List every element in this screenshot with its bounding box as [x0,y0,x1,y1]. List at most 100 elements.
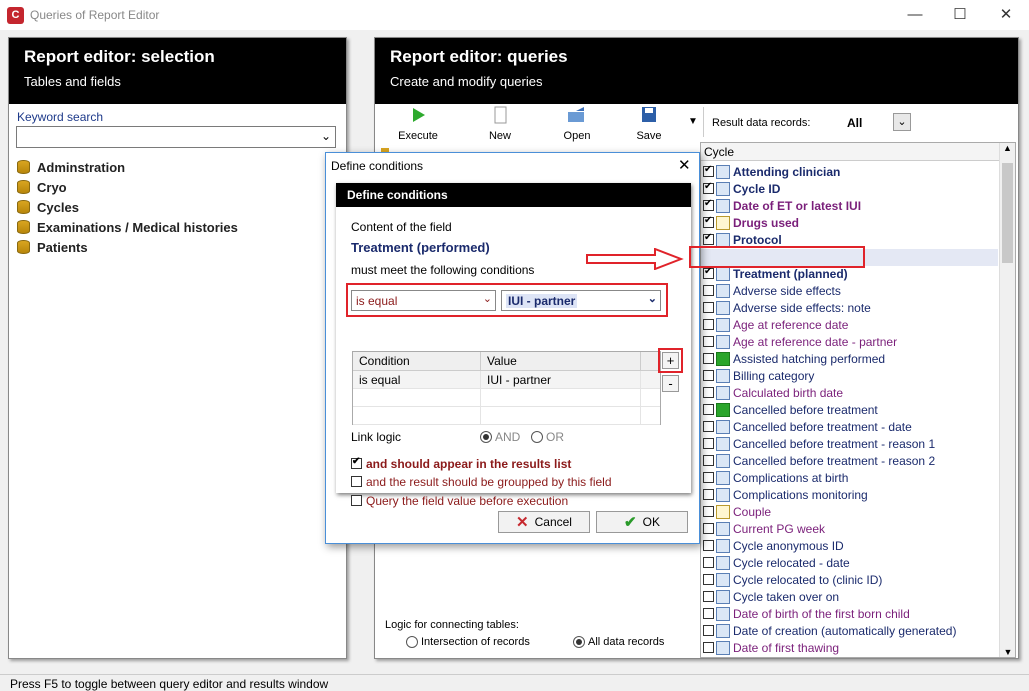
table-row[interactable] [353,389,660,407]
field-item-label: Drugs used [733,215,800,230]
result-records-value[interactable]: All [847,116,862,130]
field-item[interactable]: Cancelled before treatment - reason 1 [703,435,935,452]
checkbox-icon[interactable] [703,557,714,568]
field-item-label: Date of first thawing [733,640,840,655]
field-item[interactable]: Calculated birth date [703,384,843,401]
checkbox-icon[interactable] [703,540,714,551]
table-item-examinations[interactable]: Examinations / Medical histories [17,217,238,237]
checkbox-icon[interactable] [703,455,714,466]
maximize-icon[interactable]: ☐ [949,4,971,26]
field-item[interactable]: Date of ET or latest IUI [703,197,861,214]
field-item[interactable]: Drugs used [703,214,799,231]
field-item-label: Cycle taken over on [733,589,840,604]
ok-button[interactable]: ✔ OK [596,511,688,533]
open-button[interactable]: Open [549,106,605,142]
field-item[interactable]: Current PG week [703,520,825,537]
checkbox-icon[interactable] [703,198,714,211]
checkbox-icon[interactable] [703,404,714,415]
field-item[interactable]: Complications at birth [703,469,848,486]
field-item[interactable]: Attending clinician [703,163,840,180]
field-item[interactable]: Complications monitoring [703,486,868,503]
field-item[interactable]: Cycle relocated - date [703,554,850,571]
selection-panel-title: Report editor: selection [24,47,215,66]
intersection-radio[interactable]: Intersection of records [406,636,530,648]
checkbox-icon[interactable] [703,506,714,517]
minimize-icon[interactable]: — [904,4,926,26]
field-item[interactable]: Assisted hatching performed [703,350,885,367]
all-records-radio[interactable]: All data records [573,636,664,648]
checkbox-icon[interactable] [703,421,714,432]
save-button[interactable]: Save [621,106,677,142]
checkbox-icon[interactable] [703,472,714,483]
checkbox-icon[interactable] [703,164,714,177]
checkbox-icon[interactable] [703,370,714,381]
new-button[interactable]: New [472,106,528,142]
checkbox-icon[interactable] [703,353,714,364]
field-icon [716,232,730,247]
radio-icon [573,636,585,648]
show-in-results-checkbox[interactable]: and should appear in the results list [351,455,571,472]
result-records-dropdown-icon[interactable]: ⌄ [893,113,911,131]
table-item-adminstration[interactable]: Adminstration [17,157,125,177]
play-icon [413,108,425,122]
field-item[interactable]: Billing category [703,367,814,384]
execute-button[interactable]: Execute [390,106,446,142]
field-item[interactable]: Cycle relocated to (clinic ID) [703,571,882,588]
highlight-box [346,283,668,317]
number-icon [716,181,730,196]
toolbar-divider [703,107,704,137]
checkbox-icon[interactable] [703,181,714,194]
table-row[interactable]: is equal IUI - partner [353,371,660,389]
keyword-search-input[interactable]: ⌄ [16,126,336,148]
checkbox-icon[interactable] [703,336,714,347]
field-item[interactable]: Cycle ID [703,180,780,197]
database-icon [17,180,30,194]
checkbox-icon[interactable] [703,387,714,398]
checkbox-icon[interactable] [703,625,714,636]
field-item[interactable]: Age at reference date - partner [703,333,897,350]
field-item[interactable]: Adverse side effects: note [703,299,871,316]
field-item[interactable]: Cycle taken over on [703,588,839,605]
field-item[interactable]: Cancelled before treatment - date [703,418,912,435]
query-before-execution-checkbox[interactable]: Query the field value before execution [351,492,568,509]
table-item-cycles[interactable]: Cycles [17,197,79,217]
field-list-scrollbar[interactable]: ▲ ▼ [999,143,1015,657]
checkbox-icon[interactable] [703,591,714,602]
field-item[interactable]: Cancelled before treatment - reason 2 [703,452,935,469]
checkbox-icon[interactable] [703,319,714,330]
remove-condition-button[interactable]: - [662,375,679,392]
close-icon[interactable]: ✕ [995,4,1017,26]
checkbox-icon[interactable] [703,438,714,449]
checkbox-icon[interactable] [703,574,714,585]
checkbox-icon[interactable] [703,285,714,296]
checkbox-icon[interactable] [703,523,714,534]
radio-icon [406,636,418,648]
field-item[interactable]: Date of first thawing [703,639,839,656]
table-item-cryo[interactable]: Cryo [17,177,67,197]
field-item-label: Cycle relocated - date [733,555,850,570]
checkbox-icon[interactable] [703,266,714,279]
checkbox-icon[interactable] [703,215,714,228]
field-item[interactable]: Couple [703,503,771,520]
checkbox-icon[interactable] [703,608,714,619]
group-by-field-checkbox[interactable]: and the result should be groupped by thi… [351,473,612,490]
field-item[interactable]: Cancelled before treatment [703,401,878,418]
field-item[interactable]: Date of creation (automatically generate… [703,622,956,639]
checkbox-icon[interactable] [703,232,714,245]
checkbox-icon[interactable] [703,642,714,653]
or-radio[interactable]: OR [531,430,564,444]
checkbox-icon[interactable] [703,302,714,313]
and-radio[interactable]: AND [480,430,520,444]
field-item[interactable]: Cycle anonymous ID [703,537,844,554]
table-item-patients[interactable]: Patients [17,237,88,257]
checkbox-icon[interactable] [703,489,714,500]
field-item-label: Cancelled before treatment [733,402,878,417]
field-item[interactable]: Age at reference date [703,316,848,333]
field-item[interactable]: Date of birth of the first born child [703,605,910,622]
cancel-button[interactable]: ✕ Cancel [498,511,590,533]
chevron-down-icon[interactable]: ⌄ [321,129,331,143]
field-item[interactable]: Adverse side effects [703,282,841,299]
toolbar-dropdown-icon[interactable]: ▼ [688,116,698,127]
dialog-close-icon[interactable]: ✕ [678,156,691,174]
table-row[interactable] [353,407,660,425]
